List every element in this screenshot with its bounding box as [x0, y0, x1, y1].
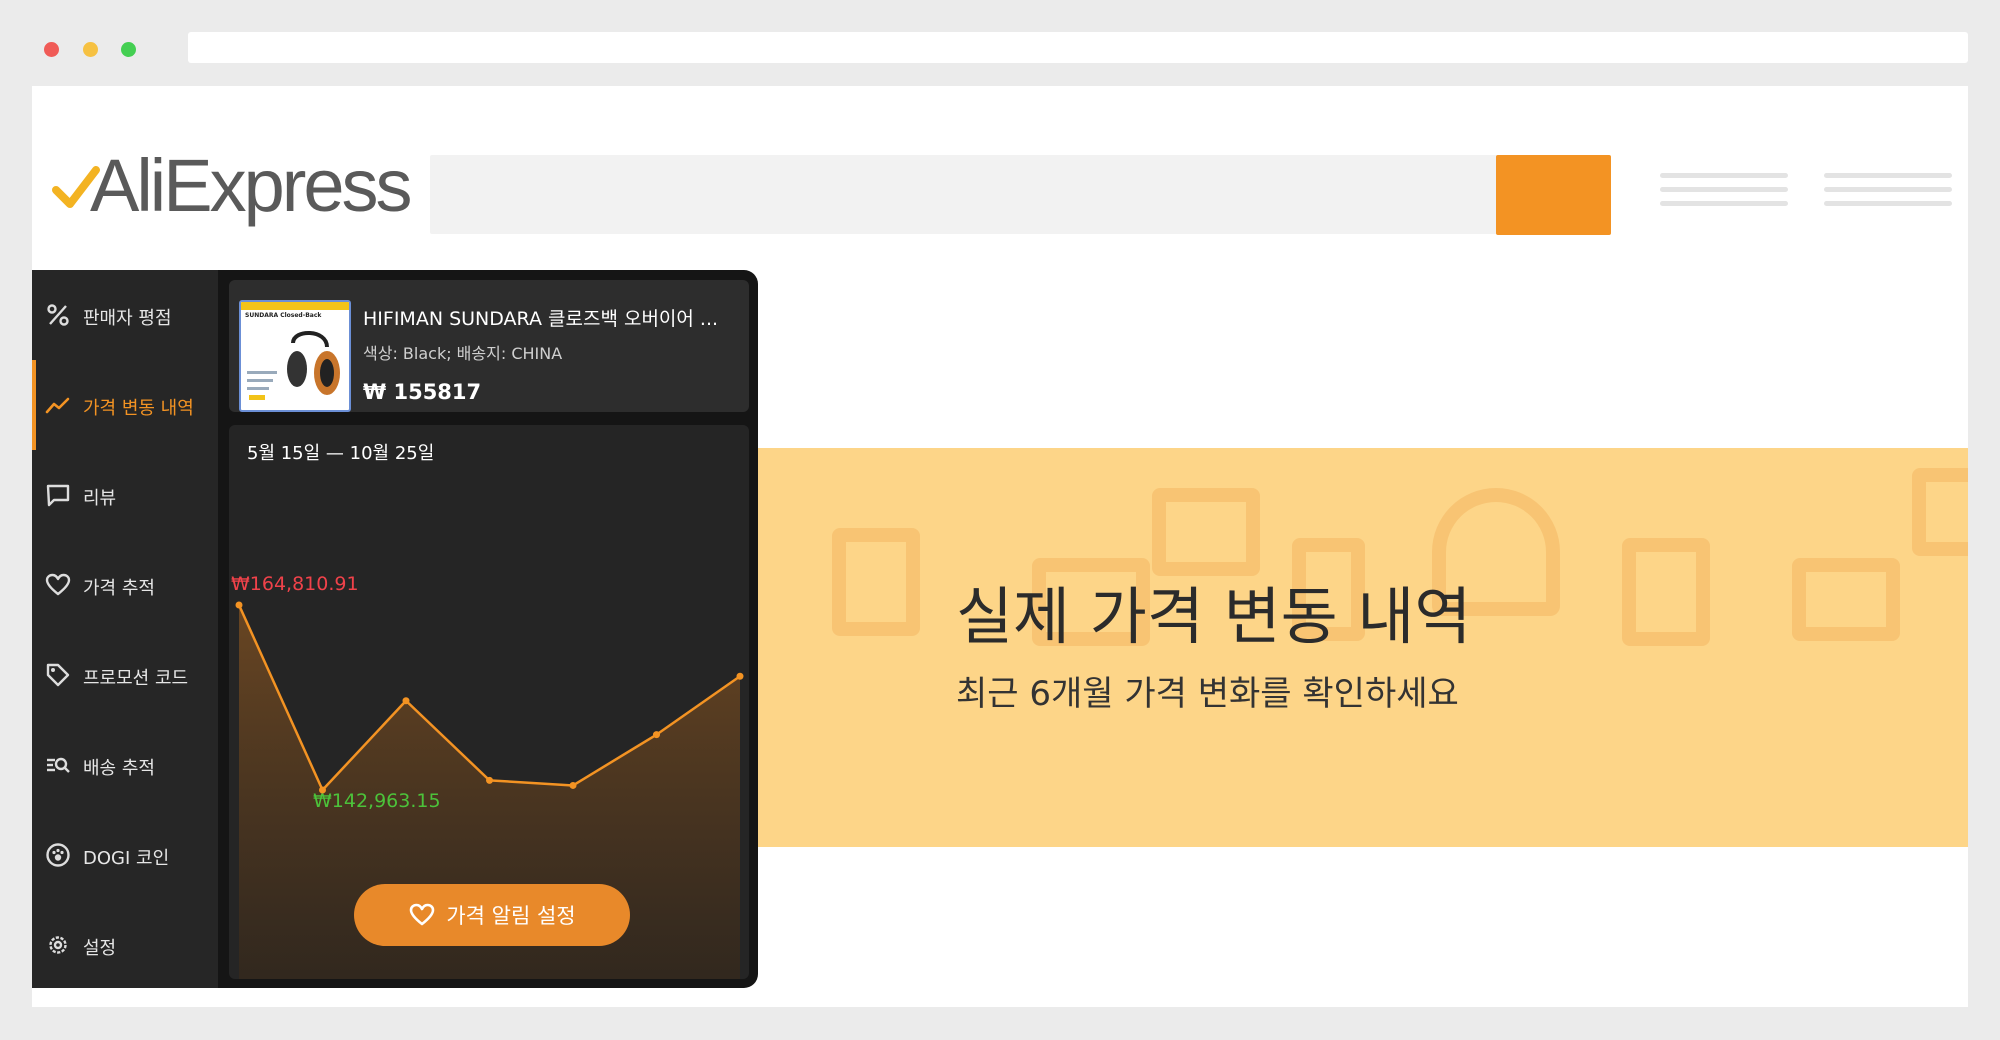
delivery-search-icon — [47, 757, 70, 773]
briefcase-icon — [1912, 468, 1968, 556]
paw-coin-icon — [46, 843, 70, 867]
chart-point[interactable] — [653, 731, 660, 739]
price-chart-card: 5월 15일 — 10월 25일 ₩164,810.91 ₩142,963.15… — [229, 425, 749, 979]
price-alert-button[interactable]: 가격 알림 설정 — [354, 884, 630, 946]
menu-lines-icon[interactable] — [1824, 173, 1952, 215]
window-close-button[interactable] — [44, 42, 59, 57]
product-card[interactable]: SUNDARA Closed-Back HIFIMAN SUNDARA 클로즈백… — [229, 280, 749, 412]
sidebar-item-price-tracking[interactable]: 가격 추적 — [32, 540, 218, 630]
chart-min-label: ₩142,963.15 — [313, 790, 441, 812]
comment-icon — [46, 484, 70, 507]
tv-stand-icon — [1792, 558, 1900, 641]
sidebar-item-label: 가격 변동 내역 — [83, 398, 194, 419]
extension-panel: 판매자 평점 가격 변동 내역 리뷰 가격 추적 프로모션 코드 배송 추적 D… — [32, 270, 758, 988]
briefcase-icon — [1152, 488, 1260, 576]
chart-point[interactable] — [736, 672, 744, 680]
sidebar-item-label: 판매자 평점 — [83, 308, 172, 329]
sidebar-item-label: 가격 추적 — [83, 578, 155, 599]
sidebar-item-settings[interactable]: 설정 — [32, 900, 218, 988]
sidebar-item-promo-codes[interactable]: 프로모션 코드 — [32, 630, 218, 720]
page: AliExpress 실제 가격 변동 내역 최근 6개월 가격 변화를 확인하… — [32, 86, 1968, 1007]
thumbnail-caption: SUNDARA Closed-Back — [245, 312, 322, 319]
address-bar[interactable] — [188, 32, 1968, 63]
aliexpress-logo[interactable]: AliExpress — [52, 144, 413, 236]
sidebar-item-dogi-coin[interactable]: DOGI 코인 — [32, 810, 218, 900]
window-maximize-button[interactable] — [121, 42, 136, 57]
speaker-icon — [1622, 538, 1710, 646]
headphones-image — [247, 330, 340, 400]
tag-icon — [46, 663, 70, 687]
chart-point[interactable] — [402, 697, 410, 705]
trend-icon — [45, 397, 70, 414]
window-minimize-button[interactable] — [83, 42, 98, 57]
product-thumbnail: SUNDARA Closed-Back — [239, 300, 351, 412]
sidebar-item-label: 설정 — [83, 938, 117, 959]
banner-subtitle: 최근 6개월 가격 변화를 확인하세요 — [956, 674, 1459, 714]
sidebar-item-label: 배송 추적 — [83, 758, 155, 779]
chart-point[interactable] — [235, 601, 243, 609]
sidebar: 판매자 평점 가격 변동 내역 리뷰 가격 추적 프로모션 코드 배송 추적 D… — [32, 270, 218, 988]
search-button[interactable] — [1496, 155, 1611, 235]
heart-icon — [45, 573, 71, 596]
sidebar-item-seller-rating[interactable]: 판매자 평점 — [32, 270, 218, 360]
product-options: 색상: Black; 배송지: CHINA — [363, 344, 563, 363]
menu-lines-icon[interactable] — [1660, 173, 1788, 215]
chart-point[interactable] — [569, 781, 577, 789]
sidebar-item-label: DOGI 코인 — [83, 848, 170, 869]
sidebar-item-delivery-tracking[interactable]: 배송 추적 — [32, 720, 218, 810]
logo-text: AliExpress — [90, 144, 413, 227]
price-alert-label: 가격 알림 설정 — [446, 904, 576, 928]
product-price: ₩ 155817 — [363, 380, 482, 404]
heart-icon — [410, 903, 435, 926]
sidebar-item-label: 리뷰 — [83, 488, 117, 509]
banner-title: 실제 가격 변동 내역 — [956, 580, 1472, 653]
sidebar-item-price-history[interactable]: 가격 변동 내역 — [32, 360, 218, 450]
chart-max-label: ₩164,810.91 — [231, 573, 359, 595]
chart-point[interactable] — [486, 776, 493, 784]
sidebar-item-reviews[interactable]: 리뷰 — [32, 450, 218, 540]
product-title: HIFIMAN SUNDARA 클로즈백 오버이어 ... — [363, 308, 719, 330]
search-input[interactable] — [430, 155, 1512, 234]
sidebar-item-label: 프로모션 코드 — [83, 668, 189, 689]
speaker-icon — [832, 528, 920, 636]
percent-icon — [47, 304, 69, 326]
gear-icon — [49, 936, 67, 954]
